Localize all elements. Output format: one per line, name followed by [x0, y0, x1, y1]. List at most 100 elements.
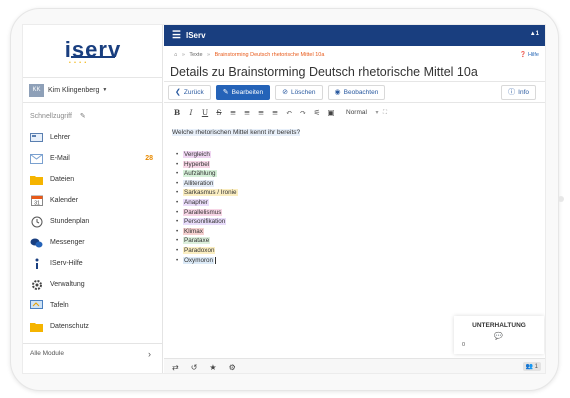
sidebar: iserv • • • • KK Kim Klingenberg ▼ Schne… [23, 25, 163, 373]
ordered-list-button[interactable]: ≡ [226, 108, 240, 117]
list-item: • Oxymoron [176, 256, 541, 266]
list-item-text: Sarkasmus / Ironie [183, 189, 238, 197]
sidebar-nav: Lehrer E-Mail 28 Dateien 31 Kalender Stu… [23, 127, 163, 337]
sidebar-item-iserv-hilfe[interactable]: IServ-Hilfe [23, 253, 163, 274]
list-item-text: Paradoxon [183, 246, 216, 254]
edit-button[interactable]: ✎ Bearbeiten [215, 84, 271, 100]
breadcrumb-current: Brainstorming Deutsch rhetorische Mittel… [214, 52, 325, 58]
sidebar-item-kalender[interactable]: 31 Kalender [23, 190, 163, 211]
clock-icon [30, 216, 43, 227]
list-item-text: Hyperbel [183, 160, 211, 168]
swap-icon[interactable]: ⇄ [172, 363, 179, 372]
logo-underline [71, 56, 115, 58]
chevron-right-icon: › [148, 348, 151, 359]
home-icon[interactable]: ⌂ [174, 52, 177, 58]
delete-button[interactable]: ⊘ Löschen [275, 84, 323, 100]
sidebar-item-stundenplan[interactable]: Stundenplan [23, 211, 163, 232]
help-label: Hilfe [527, 52, 539, 58]
board-icon [30, 300, 43, 311]
format-select-arrow-icon[interactable]: ▾ [373, 109, 381, 116]
bullet-list-button[interactable]: ≡ [240, 108, 254, 117]
online-users-button[interactable]: 👥 1 [522, 362, 541, 371]
document-question: Welche rhetorischen Mittel kennt ihr ber… [172, 129, 301, 136]
main-content: ☰ IServ ▲1 ⌂ » Texte » Brainstorming Deu… [164, 25, 545, 373]
action-bar: ❮ Zurück ✎ Bearbeiten ⊘ Löschen ◉ Beobac… [164, 81, 545, 103]
back-label: Zurück [183, 88, 204, 96]
redo-button[interactable]: ↷ [296, 108, 310, 117]
folder-icon [30, 174, 43, 185]
logo-text: iserv [64, 37, 122, 62]
list-item-text: Anapher [183, 198, 209, 206]
avatar: KK [29, 83, 44, 97]
list-item-text: Parataxe [183, 237, 211, 245]
outdent-button[interactable]: ≡ [254, 108, 268, 117]
edit-label: Bearbeiten [231, 88, 264, 96]
info-button[interactable]: ⓘ Info [501, 84, 536, 100]
sidebar-item-email[interactable]: E-Mail 28 [23, 148, 163, 169]
top-bar: ☰ IServ ▲1 [164, 25, 545, 46]
sidebar-item-label: Dateien [50, 176, 75, 183]
online-users-count: 1 [534, 364, 538, 370]
menu-icon[interactable]: ☰ [172, 30, 181, 41]
chat-icon [30, 237, 43, 248]
strikethrough-button[interactable]: S [212, 108, 226, 117]
list-item-text: Aufzählung [183, 170, 217, 178]
delete-icon: ⊘ [282, 89, 288, 96]
tablet-home-button [558, 196, 564, 202]
pencil-icon[interactable]: ✎ [80, 113, 86, 120]
list-item-text: Oxymoron [183, 256, 215, 264]
notification-indicator[interactable]: ▲1 [530, 31, 539, 37]
info-label: Info [518, 88, 529, 96]
edit-icon: ✎ [222, 89, 229, 96]
underline-button[interactable]: U [198, 108, 212, 117]
sidebar-item-messenger[interactable]: Messenger [23, 232, 163, 253]
user-menu[interactable]: KK Kim Klingenberg ▼ [23, 77, 163, 103]
sidebar-item-dateien[interactable]: Dateien [23, 169, 163, 190]
eye-icon: ◉ [334, 89, 341, 96]
breadcrumb-separator: » [181, 52, 185, 58]
indent-button[interactable]: ≡ [268, 108, 282, 117]
help-link[interactable]: ❓ Hilfe [520, 52, 539, 58]
list-item: • Parataxe [176, 237, 211, 245]
sidebar-item-verwaltung[interactable]: Verwaltung [23, 274, 163, 295]
watch-button[interactable]: ◉ Beobachten [327, 84, 386, 100]
conversation-count: 0 [462, 342, 466, 348]
sidebar-item-lehrer[interactable]: Lehrer [23, 127, 163, 148]
list-item: • Aufzählung [176, 170, 217, 178]
breadcrumb-parent[interactable]: Texte [189, 52, 202, 58]
undo-button[interactable]: ↶ [282, 108, 296, 117]
star-icon[interactable]: ★ [209, 363, 216, 372]
iserv-logo[interactable]: iserv [23, 37, 163, 63]
sidebar-item-label: Tafeln [50, 302, 69, 309]
gear-icon[interactable]: ⚙ [229, 363, 236, 372]
conversation-widget[interactable]: UNTERHALTUNG 💬 0 [454, 316, 544, 354]
list-item-text: Klimax [183, 227, 204, 235]
watch-label: Beobachten [343, 88, 379, 96]
all-modules-label: Alle Module [30, 350, 64, 357]
all-modules-link[interactable]: Alle Module › [23, 343, 163, 363]
sidebar-item-label: Messenger [50, 239, 85, 246]
clear-format-button[interactable]: ⚟ [310, 108, 324, 117]
list-item: • Klimax [176, 227, 204, 235]
italic-button[interactable]: I [184, 108, 198, 117]
sidebar-item-tafeln[interactable]: Tafeln [23, 295, 163, 316]
image-button[interactable]: ▣ [324, 108, 338, 117]
format-select[interactable]: Normal [346, 109, 367, 116]
conversation-title: UNTERHALTUNG [472, 322, 526, 329]
back-button[interactable]: ❮ Zurück [168, 84, 211, 100]
top-bar-title: IServ [185, 31, 206, 40]
help-icon [30, 258, 43, 269]
text-cursor [215, 256, 217, 264]
fullscreen-icon[interactable]: ⛶ [381, 109, 389, 117]
calendar-icon: 31 [30, 195, 43, 206]
chevron-down-icon: ▼ [102, 87, 108, 93]
users-icon: 👥 [525, 364, 533, 370]
list-item-text: Alliteration [183, 179, 215, 187]
history-icon[interactable]: ↺ [191, 363, 198, 372]
sidebar-item-datenschutz[interactable]: Datenschutz [23, 316, 163, 337]
bold-button[interactable]: B [170, 108, 184, 117]
unread-badge: 28 [145, 155, 153, 162]
list-item-text: Parallelismus [183, 208, 223, 216]
sidebar-item-label: Kalender [50, 197, 79, 204]
page-title: Details zu Brainstorming Deutsch rhetori… [170, 65, 478, 79]
